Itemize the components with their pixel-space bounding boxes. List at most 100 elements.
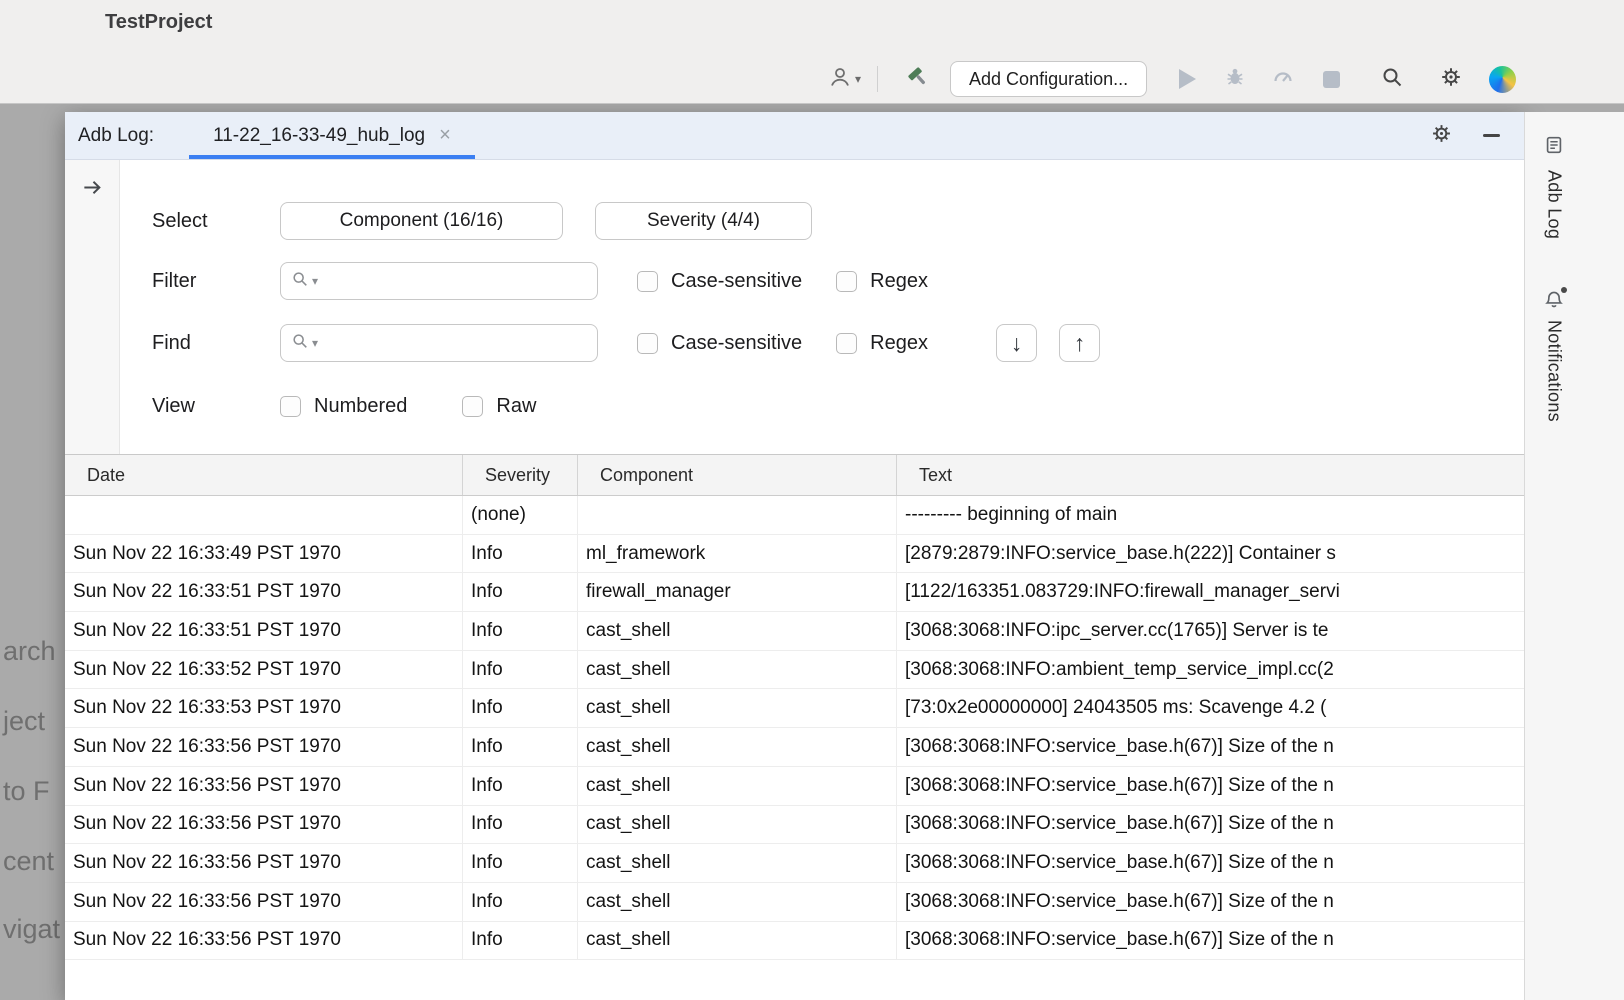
cell-date: Sun Nov 22 16:33:56 PST 1970	[65, 883, 463, 921]
cell-text: [3068:3068:INFO:service_base.h(67)] Size…	[897, 844, 1524, 882]
table-row[interactable]: Sun Nov 22 16:33:56 PST 1970Infocast_she…	[65, 806, 1524, 845]
settings-button[interactable]	[1438, 66, 1464, 92]
add-configuration-button[interactable]: Add Configuration...	[950, 61, 1147, 97]
column-header-date[interactable]: Date	[65, 455, 463, 495]
log-table-body: (none)--------- beginning of mainSun Nov…	[65, 496, 1524, 1000]
table-row[interactable]: Sun Nov 22 16:33:56 PST 1970Infocast_she…	[65, 844, 1524, 883]
checkbox-box	[280, 396, 301, 417]
table-row[interactable]: Sun Nov 22 16:33:53 PST 1970Infocast_she…	[65, 689, 1524, 728]
table-row[interactable]: Sun Nov 22 16:33:56 PST 1970Infocast_she…	[65, 883, 1524, 922]
cell-text: [3068:3068:INFO:service_base.h(67)] Size…	[897, 728, 1524, 766]
profiler-button[interactable]	[1270, 66, 1296, 92]
stop-button[interactable]	[1318, 66, 1344, 92]
column-header-text[interactable]: Text	[897, 455, 1524, 495]
dock-item-notifications[interactable]: Notifications	[1533, 279, 1575, 432]
panel-header-actions	[1430, 122, 1500, 150]
filter-case-sensitive-checkbox[interactable]: Case-sensitive	[637, 270, 802, 293]
log-table: Date Severity Component Text (none)-----…	[65, 455, 1524, 1000]
arrow-right-icon	[81, 176, 104, 200]
user-icon	[828, 65, 852, 94]
cell-component: cast_shell	[578, 612, 897, 650]
screen: { "titlebar": { "title": "TestProject" }…	[0, 0, 1624, 1000]
cell-date: Sun Nov 22 16:33:56 PST 1970	[65, 728, 463, 766]
checkbox-label: Numbered	[314, 395, 407, 418]
table-row[interactable]: Sun Nov 22 16:33:56 PST 1970Infocast_she…	[65, 767, 1524, 806]
background-text-fragment: to F	[3, 776, 50, 807]
numbered-checkbox[interactable]: Numbered	[280, 395, 407, 418]
cell-component: cast_shell	[578, 844, 897, 882]
find-next-button[interactable]: ↓	[996, 324, 1037, 362]
search-icon	[291, 270, 309, 293]
filter-label: Filter	[152, 270, 280, 293]
bug-icon	[1223, 65, 1247, 94]
tab-close-icon[interactable]: ×	[439, 124, 451, 147]
cell-severity: Info	[463, 767, 578, 805]
hammer-icon	[906, 64, 931, 94]
filter-regex-checkbox[interactable]: Regex	[836, 270, 928, 293]
find-regex-checkbox[interactable]: Regex	[836, 332, 928, 355]
log-document-icon	[1543, 134, 1565, 161]
select-label: Select	[152, 210, 280, 233]
titlebar: TestProject ▾ Add Configuration...	[0, 0, 1624, 104]
debug-button[interactable]	[1222, 66, 1248, 92]
search-history-chevron-icon[interactable]: ▾	[312, 337, 318, 349]
checkbox-label: Regex	[870, 270, 928, 293]
cell-date: Sun Nov 22 16:33:56 PST 1970	[65, 806, 463, 844]
main-toolbar: ▾ Add Configuration...	[828, 57, 1516, 101]
table-row[interactable]: Sun Nov 22 16:33:51 PST 1970Infocast_she…	[65, 612, 1524, 651]
hide-panel-button[interactable]	[1483, 134, 1500, 137]
filter-input-wrap: ▾	[280, 262, 598, 300]
column-header-component[interactable]: Component	[578, 455, 897, 495]
table-row[interactable]: Sun Nov 22 16:33:56 PST 1970Infocast_she…	[65, 922, 1524, 961]
collapse-arrow-button[interactable]	[81, 176, 104, 200]
cell-date: Sun Nov 22 16:33:56 PST 1970	[65, 844, 463, 882]
search-history-chevron-icon[interactable]: ▾	[312, 275, 318, 287]
table-row[interactable]: Sun Nov 22 16:33:56 PST 1970Infocast_she…	[65, 728, 1524, 767]
checkbox-box	[836, 271, 857, 292]
cell-component: cast_shell	[578, 728, 897, 766]
checkbox-label: Raw	[496, 395, 536, 418]
find-previous-button[interactable]: ↑	[1059, 324, 1100, 362]
checkbox-label: Case-sensitive	[671, 270, 802, 293]
user-menu-button[interactable]: ▾	[828, 65, 861, 94]
toolbar-divider	[877, 66, 878, 92]
component-filter-button[interactable]: Component (16/16)	[280, 202, 563, 240]
cell-date: Sun Nov 22 16:33:51 PST 1970	[65, 612, 463, 650]
right-dock: Adb Log Notifications	[1524, 112, 1624, 1000]
cell-severity: Info	[463, 922, 578, 960]
gauge-icon	[1271, 65, 1295, 94]
raw-checkbox[interactable]: Raw	[462, 395, 536, 418]
cell-severity: Info	[463, 728, 578, 766]
panel-settings-button[interactable]	[1430, 122, 1453, 150]
background-text-fragment: vigat	[3, 914, 60, 945]
table-row[interactable]: Sun Nov 22 16:33:51 PST 1970Infofirewall…	[65, 573, 1524, 612]
assistant-icon[interactable]	[1489, 66, 1516, 93]
gear-icon	[1430, 122, 1453, 150]
cell-severity: (none)	[463, 496, 578, 534]
cell-component: cast_shell	[578, 767, 897, 805]
find-input-wrap: ▾	[280, 324, 598, 362]
minimize-icon	[1483, 134, 1500, 137]
log-tab[interactable]: 11-22_16-33-49_hub_log ×	[189, 112, 475, 159]
search-everywhere-button[interactable]	[1379, 66, 1405, 92]
table-header: Date Severity Component Text	[65, 455, 1524, 496]
filter-input[interactable]	[321, 263, 587, 299]
find-case-sensitive-checkbox[interactable]: Case-sensitive	[637, 332, 802, 355]
cell-severity: Info	[463, 689, 578, 727]
column-header-severity[interactable]: Severity	[463, 455, 578, 495]
table-row[interactable]: (none)--------- beginning of main	[65, 496, 1524, 535]
table-row[interactable]: Sun Nov 22 16:33:49 PST 1970Infoml_frame…	[65, 535, 1524, 574]
find-input[interactable]	[321, 325, 587, 361]
bell-icon	[1543, 289, 1565, 311]
dock-item-adb-log[interactable]: Adb Log	[1533, 124, 1575, 249]
build-button[interactable]	[905, 66, 931, 92]
background-text-fragment: arch	[3, 636, 56, 667]
background-text-fragment: cent	[3, 846, 54, 877]
table-row[interactable]: Sun Nov 22 16:33:52 PST 1970Infocast_she…	[65, 651, 1524, 690]
cell-component: cast_shell	[578, 689, 897, 727]
cell-severity: Info	[463, 612, 578, 650]
severity-filter-button[interactable]: Severity (4/4)	[595, 202, 812, 240]
cell-severity: Info	[463, 883, 578, 921]
gear-icon	[1439, 65, 1463, 94]
run-button[interactable]	[1174, 66, 1200, 92]
